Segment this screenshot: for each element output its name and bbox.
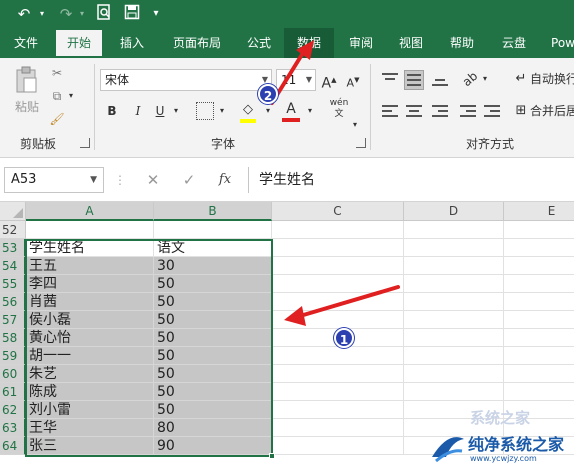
watermark-url: www.ycwjzy.com [470,454,537,463]
annotation-arrows [270,40,400,326]
arrowhead-selection [284,306,306,326]
watermark: 系统之家 纯净系统之家 www.ycwjzy.com [424,409,574,471]
watermark-title: 纯净系统之家 [468,435,565,454]
step-badge-1: 1 [334,328,354,348]
step-badge-2: 2 [258,84,278,104]
watermark-logo-icon [432,437,464,463]
watermark-bg-text: 系统之家 [470,409,531,427]
arrow-to-selection [298,285,400,318]
